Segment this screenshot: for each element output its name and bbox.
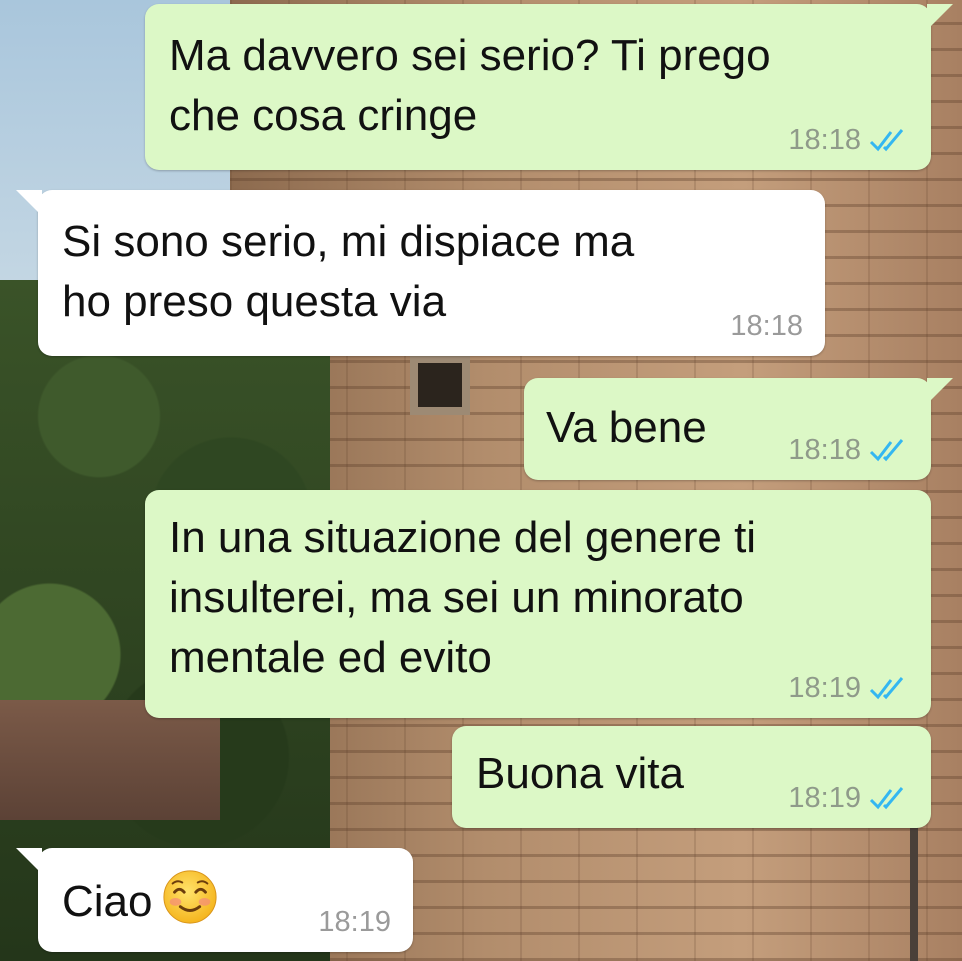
message-meta: 18:19 [318,906,391,938]
message-bubble-incoming[interactable]: Si sono serio, mi dispiace ma ho preso q… [16,190,825,356]
message-meta: 18:18 [788,124,909,156]
message-meta: 18:19 [788,782,909,814]
message-time: 18:19 [788,672,861,704]
smiling-face-icon [162,870,217,924]
message-time: 18:18 [788,124,861,156]
bubble-tail [16,848,42,874]
message-time: 18:18 [730,310,803,342]
message-bubble-outgoing[interactable]: Va bene 18:18 [524,378,953,480]
double-check-read-icon [869,129,904,152]
message-bubble-outgoing[interactable]: Buona vita 18:19 [452,726,931,828]
double-check-read-icon [869,787,904,810]
message-time: 18:19 [318,906,391,938]
bubble-tail [16,190,42,216]
message-text: In una situazione del genere ti insulter… [169,513,757,682]
message-time: 18:18 [788,434,861,466]
double-check-read-icon [869,439,904,462]
message-meta: 18:19 [788,672,909,704]
message-bubble-outgoing[interactable]: Ma davvero sei serio? Ti prego che cosa … [145,4,953,170]
message-bubble-outgoing[interactable]: In una situazione del genere ti insulter… [145,490,931,718]
message-time: 18:19 [788,782,861,814]
message-meta: 18:18 [730,310,803,342]
message-text: Si sono serio, mi dispiace ma ho preso q… [62,217,635,326]
message-list[interactable]: Ma davvero sei serio? Ti prego che cosa … [0,0,962,961]
message-bubble-incoming[interactable]: Ciao 18:19 [16,848,413,952]
message-text-content: Ciao [62,877,153,926]
message-meta: 18:18 [788,434,909,466]
bubble-tail [927,4,953,30]
double-check-read-icon [869,677,904,700]
bubble-tail [927,378,953,404]
